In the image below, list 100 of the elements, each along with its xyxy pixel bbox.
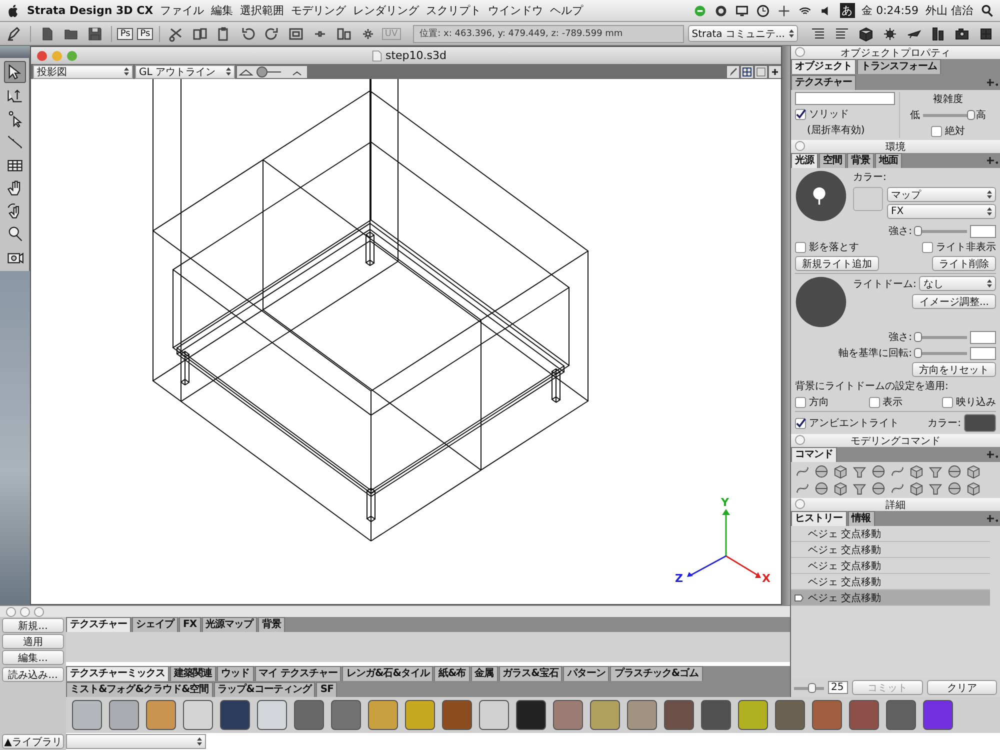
- checkbox[interactable]: [795, 418, 806, 428]
- texture-swatch[interactable]: [812, 700, 842, 730]
- map-dropdown[interactable]: マップ: [887, 187, 996, 202]
- checkbox[interactable]: [868, 396, 880, 408]
- gear-icon[interactable]: [882, 26, 898, 42]
- library-tab[interactable]: プラスチック&ゴム: [610, 666, 703, 681]
- texture-swatch[interactable]: [664, 700, 694, 730]
- menu-item[interactable]: ファイル: [160, 3, 204, 18]
- rotate-slider[interactable]: [915, 348, 967, 358]
- monitor-icon[interactable]: [734, 4, 749, 18]
- panel-tab[interactable]: コマンド: [791, 447, 837, 462]
- resource-tab[interactable]: テクスチャー: [66, 617, 131, 632]
- object-name-field[interactable]: [795, 92, 895, 105]
- undo-icon[interactable]: [240, 26, 256, 42]
- projection-dropdown[interactable]: 投影図: [33, 64, 133, 78]
- light-dome-dropdown[interactable]: なし: [919, 276, 996, 291]
- panel-close-button[interactable]: [795, 141, 805, 151]
- cube-icon[interactable]: [966, 464, 981, 479]
- panel-tab[interactable]: 地面: [875, 153, 902, 168]
- texture-swatch[interactable]: [109, 700, 139, 730]
- library-dropdown[interactable]: [66, 734, 206, 749]
- resource-button[interactable]: 編集...: [2, 650, 64, 665]
- checkbox[interactable]: [795, 396, 806, 408]
- lines-icon[interactable]: [834, 26, 850, 42]
- library-tab[interactable]: 金属: [470, 666, 498, 681]
- library-tab[interactable]: パターン: [563, 666, 610, 681]
- history-item[interactable]: ベジェ 交点移動: [791, 526, 990, 542]
- library-button[interactable]: ▲ライブラリ: [2, 734, 64, 749]
- align-icon[interactable]: [336, 26, 352, 42]
- library-tab[interactable]: ガラス&宝石: [498, 666, 562, 681]
- texture-swatch[interactable]: [257, 700, 287, 730]
- texture-swatch[interactable]: [590, 700, 620, 730]
- slider-thumb[interactable]: [914, 226, 922, 236]
- library-tab[interactable]: 建築関連: [170, 666, 216, 681]
- texture-swatch[interactable]: [442, 700, 472, 730]
- pencil-icon[interactable]: [727, 66, 739, 78]
- checkbox[interactable]: [795, 242, 806, 252]
- camera-icon[interactable]: [954, 26, 970, 42]
- film-strip-icon[interactable]: [930, 26, 946, 42]
- light-dome-sphere[interactable]: [795, 276, 847, 328]
- resource-button[interactable]: 新規...: [2, 618, 64, 633]
- library-tab[interactable]: テクスチャーミックス: [66, 666, 169, 681]
- community-dropdown[interactable]: Strata コミュニテ...: [688, 25, 798, 42]
- history-item[interactable]: ベジェ 交点移動: [791, 590, 990, 606]
- panel-tab[interactable]: テクスチャー: [791, 75, 856, 90]
- history-count-field[interactable]: 25: [828, 681, 848, 694]
- grid-view-icon[interactable]: [741, 66, 753, 78]
- dome-strength-slider[interactable]: [915, 332, 967, 342]
- cube-icon[interactable]: [858, 26, 874, 42]
- texture-swatch[interactable]: [294, 700, 324, 730]
- close-button[interactable]: [37, 50, 47, 60]
- history-item[interactable]: ベジェ 交点移動: [791, 558, 990, 574]
- texture-swatch[interactable]: [627, 700, 657, 730]
- strength-field[interactable]: [970, 224, 996, 238]
- panel-tab[interactable]: 背景: [847, 153, 874, 168]
- texture-swatch[interactable]: [72, 700, 102, 730]
- resource-tab[interactable]: シェイプ: [132, 617, 178, 632]
- light-color-well[interactable]: [853, 187, 883, 211]
- menu-clock[interactable]: 金 0:24:59: [862, 3, 918, 18]
- apple-logo-icon[interactable]: [6, 4, 20, 18]
- circle-icon[interactable]: [714, 4, 728, 18]
- single-view-icon[interactable]: [755, 66, 767, 78]
- menu-item[interactable]: レンダリング: [353, 3, 420, 18]
- menu-item[interactable]: 選択範囲: [240, 3, 284, 18]
- texture-swatch[interactable]: [923, 700, 953, 730]
- scissors-icon[interactable]: [168, 26, 184, 42]
- resource-tab[interactable]: 光源マップ: [202, 617, 258, 632]
- group-icon[interactable]: [288, 26, 304, 42]
- library-tab[interactable]: マイ テクスチャー: [254, 666, 342, 681]
- texture-swatch[interactable]: [738, 700, 768, 730]
- cube-icon[interactable]: [833, 481, 848, 496]
- texture-swatch[interactable]: [701, 700, 731, 730]
- pen-icon[interactable]: [6, 26, 22, 42]
- panel-close-button[interactable]: [795, 435, 805, 445]
- library-tab[interactable]: ウッド: [217, 666, 254, 681]
- texture-swatch[interactable]: [553, 700, 583, 730]
- app-name[interactable]: Strata Design 3D CX: [27, 4, 154, 17]
- cube-icon[interactable]: [909, 464, 924, 479]
- checkbox[interactable]: [795, 108, 806, 120]
- strength-slider[interactable]: [915, 226, 967, 236]
- input-mode-indicator[interactable]: あ: [840, 3, 855, 18]
- texture-swatch[interactable]: [516, 700, 546, 730]
- panel-close-button[interactable]: [795, 499, 805, 509]
- zoom-slider-icon[interactable]: [237, 66, 307, 78]
- panel-tab[interactable]: オブジェクト: [791, 59, 856, 74]
- menu-item[interactable]: スクリプト: [426, 3, 482, 18]
- texture-swatch[interactable]: [368, 700, 398, 730]
- image-adjust-button[interactable]: イメージ調整...: [912, 294, 996, 309]
- texture-swatch[interactable]: [405, 700, 435, 730]
- panel-tab[interactable]: トランスフォーム: [857, 59, 941, 74]
- texture-swatch[interactable]: [183, 700, 213, 730]
- panel-close-button[interactable]: [795, 47, 805, 57]
- slider-thumb[interactable]: [914, 332, 922, 342]
- copy-icon[interactable]: [192, 26, 208, 42]
- load-button[interactable]: 読み込み...: [2, 667, 64, 682]
- checkbox[interactable]: [942, 396, 953, 408]
- cube-icon[interactable]: [966, 481, 981, 496]
- resource-button[interactable]: 適用: [2, 634, 64, 649]
- menu-item[interactable]: ヘルプ: [550, 3, 584, 18]
- ambient-color-well[interactable]: [964, 414, 996, 432]
